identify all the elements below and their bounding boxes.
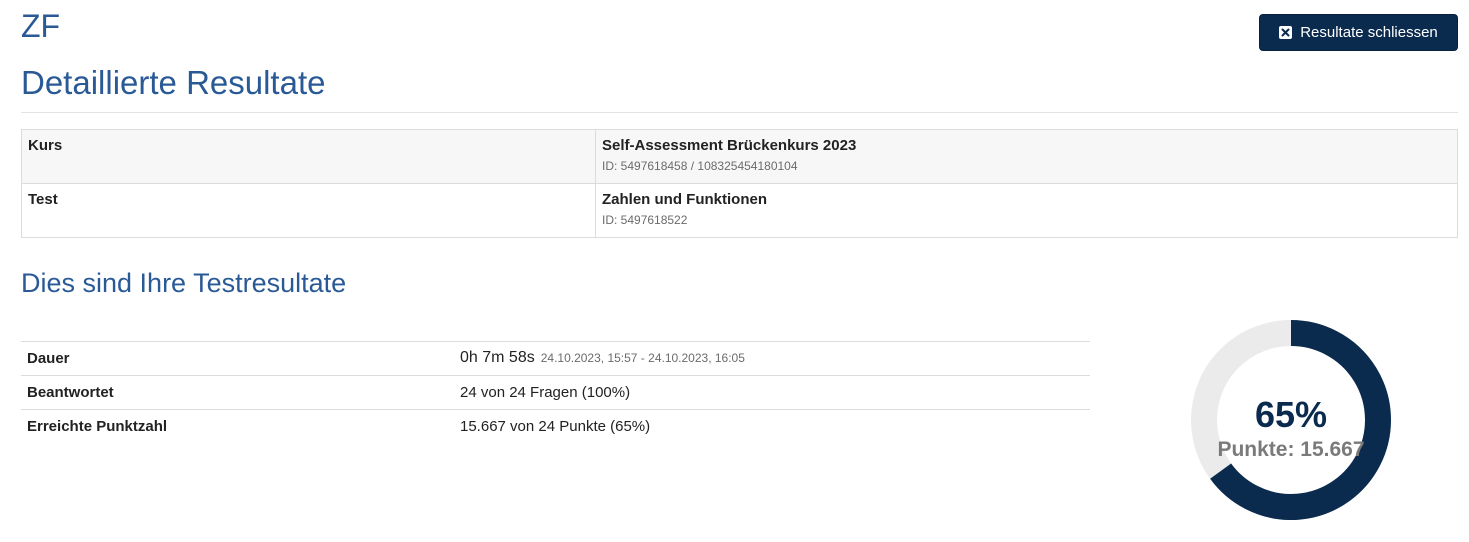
results-page: ZF Resultate schliessen Detaillierte Res… [0,0,1469,542]
table-row-answered: Beantwortet 24 von 24 Fragen (100%) [21,375,1090,410]
heading-divider [21,112,1458,113]
page-heading: Detaillierte Resultate [21,64,326,101]
score-value: 15.667 von 24 Punkte (65%) [454,409,1090,443]
table-row-test: Test Zahlen und Funktionen ID: 549761852… [21,183,1458,238]
course-value-cell: Self-Assessment Brückenkurs 2023 ID: 549… [595,129,1458,184]
score-gauge: 65% Punkte: 15.667 [1191,320,1391,520]
answered-value: 24 von 24 Fragen (100%) [454,375,1090,410]
course-info-table: Kurs Self-Assessment Brückenkurs 2023 ID… [21,129,1458,238]
close-results-label: Resultate schliessen [1300,24,1438,41]
table-row-course: Kurs Self-Assessment Brückenkurs 2023 ID… [21,129,1458,184]
duration-label: Dauer [21,341,454,376]
test-name: Zahlen und Funktionen [602,191,767,208]
test-label: Test [21,183,596,238]
duration-value: 0h 7m 58s [460,349,535,366]
course-short-title: ZF [21,8,61,44]
duration-range: 24.10.2023, 15:57 - 24.10.2023, 16:05 [540,351,745,365]
table-row-duration: Dauer 0h 7m 58s 24.10.2023, 15:57 - 24.10… [21,341,1090,376]
duration-value-cell: 0h 7m 58s 24.10.2023, 15:57 - 24.10.2023,… [454,341,1090,376]
course-label: Kurs [21,129,596,184]
close-box-icon [1279,26,1293,39]
close-results-button[interactable]: Resultate schliessen [1259,14,1458,51]
gauge-percent: 65% [1254,394,1328,435]
results-table: Dauer 0h 7m 58s 24.10.2023, 15:57 - 24.10… [21,341,1090,443]
test-value-cell: Zahlen und Funktionen ID: 5497618522 [595,183,1458,238]
table-row-score: Erreichte Punktzahl 15.667 von 24 Punkte… [21,409,1090,443]
course-id: ID: 5497618458 / 108325454180104 [602,159,798,173]
test-id: ID: 5497618522 [602,213,688,227]
course-name: Self-Assessment Brückenkurs 2023 [602,137,857,154]
gauge-points: Punkte: 15.667 [1217,438,1365,461]
score-label: Erreichte Punktzahl [21,409,454,443]
results-heading: Dies sind Ihre Testresultate [21,268,347,298]
answered-label: Beantwortet [21,375,454,410]
